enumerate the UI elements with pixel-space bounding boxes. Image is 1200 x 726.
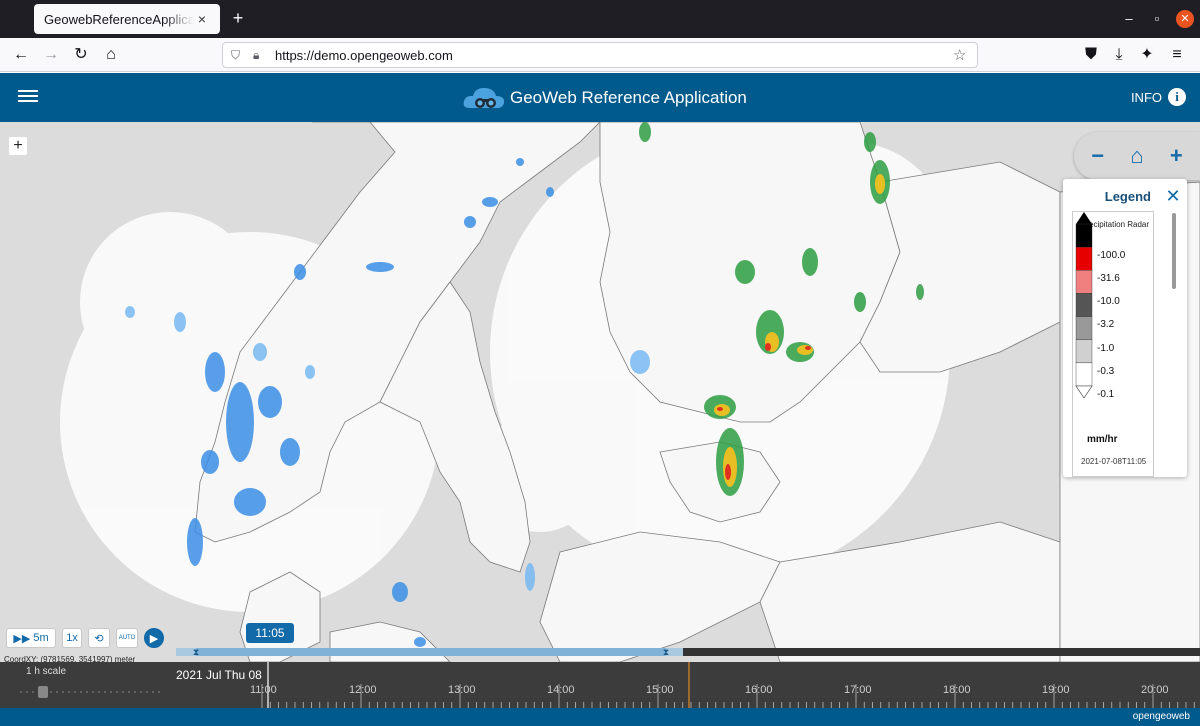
- legend-time: 2021-07-08T11:05: [1081, 457, 1147, 466]
- zoom-out-button[interactable]: −: [1083, 141, 1113, 171]
- app-brand: GeoWeb Reference Application: [462, 84, 747, 112]
- legend-level-label: -31.6: [1097, 273, 1120, 285]
- timeline-hour-label: 16:00: [745, 684, 773, 696]
- legend-panel: Legend ✕ Precipitation Radar -100.0 -31.6…: [1063, 179, 1187, 477]
- map-zoom-controls: − ⌂ +: [1074, 132, 1200, 180]
- legend-swatch: [1075, 362, 1093, 387]
- minimize-icon[interactable]: –: [1120, 10, 1138, 28]
- legend-level-label: -0.3: [1097, 365, 1115, 377]
- browser-window: GeowebReferenceApplicatio × + – ▫ ✕ ← → …: [0, 0, 1200, 726]
- timeline-hour-label: 17:00: [844, 684, 872, 696]
- timeline-hour-label: 11:00: [250, 684, 277, 696]
- speed-label: 5m: [33, 632, 49, 644]
- speed-button[interactable]: ▶▶ 5m: [6, 628, 56, 648]
- legend-close-icon[interactable]: ✕: [1165, 186, 1181, 207]
- range-start-handle[interactable]: ⧗: [191, 642, 201, 662]
- app-footer: opengeoweb: [0, 708, 1200, 726]
- timeline-hour-label: 14:00: [547, 684, 575, 696]
- url-text[interactable]: https://demo.opengeoweb.com: [275, 48, 953, 63]
- play-icon[interactable]: ▶: [144, 628, 164, 648]
- legend-swatch: [1075, 293, 1093, 317]
- range-end-handle[interactable]: ⧗: [661, 642, 671, 662]
- extension-icon[interactable]: ✦: [1136, 44, 1158, 66]
- info-label: INFO: [1130, 89, 1162, 105]
- geoweb-logo: [463, 88, 505, 108]
- pocket-icon[interactable]: ⛊: [1080, 44, 1102, 66]
- info-icon: i: [1168, 88, 1186, 106]
- timeline-ruler[interactable]: 1 h scale 2021 Jul Thu 08 11:00 12:00 13:0…: [0, 662, 1200, 708]
- auto-update-button[interactable]: AUTO: [116, 628, 138, 648]
- back-icon[interactable]: ←: [10, 44, 32, 66]
- downloads-icon[interactable]: ⤓: [1108, 44, 1130, 66]
- info-button[interactable]: INFO i: [1131, 88, 1186, 106]
- legend-swatch: [1075, 246, 1093, 271]
- lock-icon[interactable]: 🔒︎: [253, 48, 271, 63]
- reload-icon[interactable]: ↻: [70, 44, 92, 66]
- window-close-icon[interactable]: ✕: [1176, 10, 1194, 28]
- browser-toolbar: ← → ↻ ⌂ ⛉ 🔒︎ https://demo.opengeoweb.com…: [0, 38, 1200, 72]
- animation-player: ▶▶ 5m 1x ⟲ AUTO ▶: [6, 628, 170, 648]
- url-bar[interactable]: ⛉ 🔒︎ https://demo.opengeoweb.com ☆: [222, 42, 978, 68]
- timeline-hour-label: 20:00: [1141, 684, 1169, 696]
- legend-triangle-top: [1076, 212, 1092, 224]
- app-header: GeoWeb Reference Application INFO i: [0, 73, 1200, 122]
- tab-strip: GeowebReferenceApplicatio × + – ▫ ✕: [0, 0, 1200, 38]
- footer-brand: opengeoweb: [1132, 711, 1190, 722]
- map-canvas[interactable]: [0, 122, 1200, 662]
- legend-unit: mm/hr: [1087, 434, 1118, 445]
- hamburger-menu-icon[interactable]: [18, 87, 38, 107]
- animation-range[interactable]: [196, 648, 666, 656]
- time-track-future: [683, 648, 1200, 656]
- zoom-in-button[interactable]: +: [1161, 141, 1191, 171]
- rate-button[interactable]: 1x: [62, 628, 82, 648]
- bookmark-star-icon[interactable]: ☆: [953, 46, 977, 64]
- home-map-icon[interactable]: ⌂: [1122, 141, 1152, 171]
- maximize-icon[interactable]: ▫: [1148, 10, 1166, 28]
- legend-triangle-bottom: [1075, 385, 1093, 398]
- new-tab-button[interactable]: +: [228, 8, 248, 28]
- timeline-hour-label: 12:00: [349, 684, 377, 696]
- legend-scrollbar[interactable]: [1172, 213, 1176, 289]
- legend-color-scale: [1075, 212, 1093, 398]
- legend-swatch: [1075, 316, 1093, 340]
- timeline-hour-label: 18:00: [943, 684, 971, 696]
- legend-level-label: -10.0: [1097, 296, 1120, 308]
- menu-icon[interactable]: ≡: [1166, 44, 1188, 66]
- legend-level-label: -1.0: [1097, 342, 1115, 354]
- browser-tab[interactable]: GeowebReferenceApplicatio ×: [34, 4, 220, 34]
- map-viewport[interactable]: + − ⌂ + Legend ✕ Precipitation Radar -10…: [0, 122, 1200, 662]
- current-time-bubble[interactable]: 11:05: [246, 623, 294, 643]
- shield-icon[interactable]: ⛉: [231, 48, 249, 63]
- legend-level-label: -3.2: [1097, 319, 1115, 331]
- map-side-plus-button[interactable]: +: [8, 136, 28, 156]
- fast-forward-icon: ▶▶: [13, 632, 34, 645]
- sync-icon[interactable]: ⟲: [88, 628, 110, 648]
- legend-swatch: [1075, 339, 1093, 364]
- tab-title: GeowebReferenceApplicatio: [44, 11, 194, 27]
- timeline-hour-label: 15:00: [646, 684, 674, 696]
- legend-body: Precipitation Radar -100.0 -31.6 -10.0 -3.2…: [1072, 211, 1154, 477]
- tab-close-icon[interactable]: ×: [194, 11, 210, 27]
- legend-header: Legend ✕: [1063, 179, 1187, 213]
- forward-icon[interactable]: →: [40, 44, 62, 66]
- timeline-ticks: [261, 662, 1195, 708]
- legend-swatch: [1075, 270, 1093, 294]
- legend-swatch: [1075, 223, 1093, 248]
- legend-level-label: -100.0: [1097, 250, 1126, 261]
- legend-level-label: -0.1: [1097, 388, 1115, 400]
- timeline-hour-label: 19:00: [1042, 684, 1070, 696]
- home-icon[interactable]: ⌂: [100, 44, 122, 66]
- timeline-hour-label: 13:00: [448, 684, 476, 696]
- legend-title: Legend: [1104, 188, 1151, 204]
- app-title: GeoWeb Reference Application: [510, 88, 747, 107]
